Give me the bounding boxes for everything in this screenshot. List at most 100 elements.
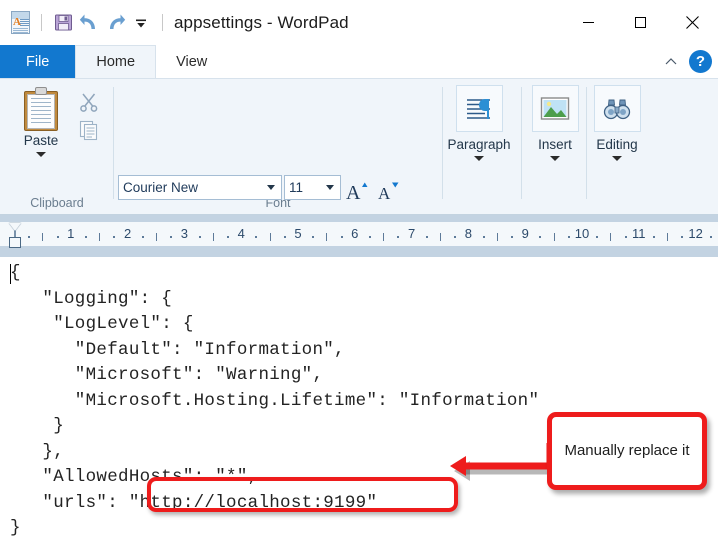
ruler-minor-tick bbox=[99, 233, 101, 241]
ruler-quarter-dot bbox=[283, 236, 286, 238]
cut-button[interactable] bbox=[74, 87, 104, 117]
document-text[interactable]: { "Logging": { "LogLevel": { "Default": … bbox=[10, 261, 539, 542]
ruler-minor-tick bbox=[156, 233, 157, 241]
title-bar: A appsettings - WordPad bbox=[0, 0, 718, 45]
scissors-icon bbox=[80, 93, 98, 112]
undo-button[interactable] bbox=[76, 10, 102, 36]
save-button[interactable] bbox=[50, 10, 76, 36]
ruler-quarter-dot bbox=[397, 236, 400, 238]
ruler-minor-tick bbox=[610, 233, 612, 241]
ruler-quarter-dot bbox=[113, 236, 116, 238]
ruler-quarter-dot bbox=[312, 236, 315, 238]
editing-label: Editing bbox=[596, 137, 638, 152]
ribbon: Paste Clipboard Font Courier New 11 A A … bbox=[0, 78, 718, 245]
picture-icon bbox=[540, 96, 570, 120]
window-controls bbox=[562, 0, 718, 45]
close-button[interactable] bbox=[666, 0, 718, 45]
ruler[interactable]: 1 2 3 4 5 6 7 8 9 10 11 12 bbox=[0, 215, 718, 257]
group-clipboard: Paste Clipboard bbox=[0, 79, 114, 215]
group-label-clipboard: Clipboard bbox=[30, 196, 84, 210]
ruler-mark-4: 4 bbox=[237, 226, 245, 241]
ruler-minor-tick bbox=[42, 233, 44, 241]
maximize-button[interactable] bbox=[614, 0, 666, 45]
ruler-mark-10: 10 bbox=[574, 226, 590, 241]
paragraph-label: Paragraph bbox=[447, 137, 511, 152]
text-caret bbox=[10, 264, 11, 284]
ruler-quarter-dot bbox=[511, 236, 513, 238]
ruler-minor-tick bbox=[383, 233, 385, 241]
paragraph-dropdown-arrow[interactable] bbox=[474, 156, 484, 161]
ruler-mark-9: 9 bbox=[521, 226, 529, 241]
help-button[interactable]: ? bbox=[689, 50, 712, 73]
shrink-font-icon: A bbox=[378, 182, 399, 203]
document-canvas[interactable]: { "Logging": { "LogLevel": { "Default": … bbox=[0, 257, 718, 557]
ruler-quarter-dot bbox=[539, 236, 542, 238]
tab-home[interactable]: Home bbox=[75, 45, 157, 78]
wordpad-document-icon: A bbox=[9, 10, 33, 36]
ruler-mark-3: 3 bbox=[180, 226, 189, 241]
ruler-quarter-dot bbox=[454, 236, 457, 238]
ruler-quarter-dot bbox=[28, 236, 31, 238]
ruler-quarter-dot bbox=[681, 236, 684, 238]
ruler-quarter-dot bbox=[141, 236, 144, 238]
ruler-quarter-dot bbox=[482, 236, 485, 238]
ruler-quarter-dot bbox=[170, 236, 173, 238]
left-indent-marker[interactable] bbox=[9, 237, 21, 248]
wordpad-window: A appsettings - WordPad File Home View ?… bbox=[0, 0, 718, 557]
ribbon-divider-3 bbox=[521, 87, 522, 199]
ruler-quarter-dot bbox=[425, 236, 428, 238]
redo-button[interactable] bbox=[102, 10, 128, 36]
ruler-minor-tick bbox=[212, 233, 214, 241]
copy-button[interactable] bbox=[74, 115, 104, 145]
minimize-button[interactable] bbox=[562, 0, 614, 45]
ruler-quarter-dot bbox=[653, 236, 655, 238]
ruler-quarter-dot bbox=[567, 236, 570, 238]
titlebar-divider-2 bbox=[162, 14, 163, 31]
font-size-value: 11 bbox=[289, 180, 304, 195]
paste-button[interactable]: Paste bbox=[8, 85, 74, 163]
window-title: appsettings - WordPad bbox=[174, 12, 349, 32]
annotation-note-text: Manually replace it bbox=[564, 442, 690, 459]
ruler-minor-tick bbox=[440, 233, 441, 241]
ribbon-divider-2 bbox=[442, 87, 443, 199]
binoculars-icon bbox=[603, 99, 631, 119]
first-line-indent-marker[interactable] bbox=[9, 223, 21, 231]
customize-quick-access-button[interactable] bbox=[128, 10, 154, 36]
tab-file[interactable]: File bbox=[0, 45, 76, 78]
titlebar-divider-1 bbox=[41, 14, 42, 31]
editing-dropdown-arrow[interactable] bbox=[612, 156, 622, 161]
collapse-ribbon-button[interactable] bbox=[660, 51, 682, 73]
paragraph-button[interactable]: Paragraph bbox=[447, 85, 511, 161]
ruler-quarter-dot bbox=[85, 236, 87, 238]
ribbon-right-controls: ? bbox=[660, 45, 712, 78]
svg-text:A: A bbox=[378, 184, 391, 203]
insert-button[interactable]: Insert bbox=[527, 85, 583, 161]
paste-label: Paste bbox=[23, 133, 59, 148]
font-name-combobox[interactable]: Courier New bbox=[118, 175, 282, 200]
tab-view[interactable]: View bbox=[156, 45, 227, 78]
copy-pages-icon bbox=[79, 120, 98, 141]
ruler-quarter-dot bbox=[255, 236, 258, 238]
svg-text:A: A bbox=[346, 182, 361, 203]
ribbon-divider-4 bbox=[586, 87, 587, 199]
font-name-value: Courier New bbox=[123, 180, 199, 195]
font-name-chevron-down-icon[interactable] bbox=[267, 185, 275, 190]
ruler-mark-12: 12 bbox=[688, 226, 703, 241]
paste-dropdown-arrow[interactable] bbox=[36, 152, 46, 157]
grow-font-button[interactable]: A bbox=[344, 176, 372, 204]
ruler-quarter-dot bbox=[340, 236, 343, 238]
ruler-quarter-dot bbox=[709, 236, 712, 238]
clipboard-icon bbox=[23, 87, 59, 131]
ruler-minor-tick bbox=[667, 233, 669, 241]
ruler-mark-6: 6 bbox=[351, 226, 359, 241]
insert-dropdown-arrow[interactable] bbox=[550, 156, 560, 161]
font-size-combobox[interactable]: 11 bbox=[284, 175, 341, 200]
editing-button[interactable]: Editing bbox=[589, 85, 645, 161]
ruler-mark-11: 11 bbox=[632, 226, 646, 241]
font-size-chevron-down-icon[interactable] bbox=[326, 185, 334, 190]
ruler-mark-5: 5 bbox=[294, 226, 302, 241]
ruler-minor-tick bbox=[496, 233, 498, 241]
grow-font-icon: A bbox=[346, 182, 368, 203]
insert-label: Insert bbox=[538, 137, 572, 152]
shrink-font-button[interactable]: A bbox=[376, 176, 404, 204]
